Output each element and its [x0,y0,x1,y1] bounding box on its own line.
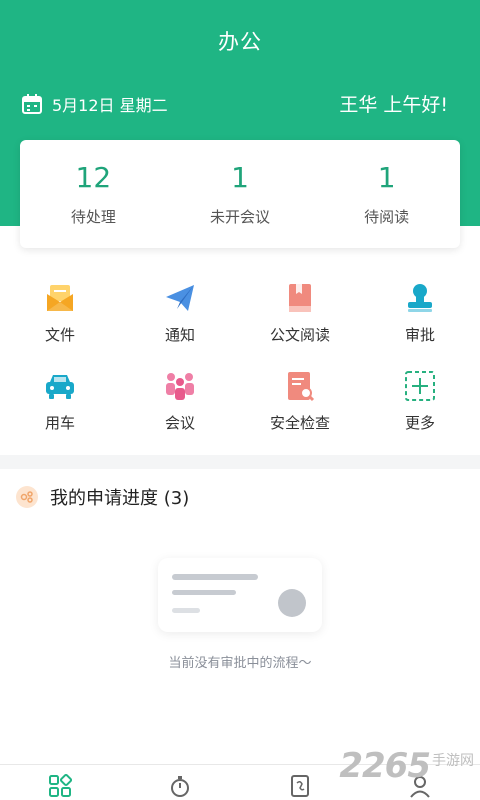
stat-to-read[interactable]: 1 待阅读 [313,140,460,248]
menu-item-more[interactable]: 更多 [360,368,480,456]
menu-item-document-reading[interactable]: 公文阅读 [240,280,360,368]
greeting-text: 王华 上午好! [339,94,448,116]
stopwatch-icon [171,775,189,797]
menu-label: 公文阅读 [269,326,330,344]
meeting-people-icon [166,373,194,400]
book-icon [289,284,311,312]
applications-header[interactable]: 我的申请进度 (3) [16,484,189,510]
menu-label: 通知 [164,326,195,344]
empty-state-illustration [158,558,322,632]
progress-icon [16,486,38,508]
section-divider [0,455,480,469]
tab-workbench[interactable] [0,765,120,800]
menu-label: 安全检查 [269,414,330,432]
paper-plane-icon [166,285,194,311]
menu-label: 文件 [44,326,75,344]
menu-item-car[interactable]: 用车 [0,368,120,456]
date-display: 5月12日 星期二 [22,92,168,116]
calendar-icon [22,94,42,114]
menu-item-file[interactable]: 文件 [0,280,120,368]
stats-card: 12 待处理 1 未开会议 1 待阅读 [20,140,460,248]
applications-title: 我的申请进度 (3) [50,488,190,509]
stat-label: 待阅读 [364,208,410,226]
inspection-doc-icon [288,372,315,402]
stat-count: 1 [377,161,396,194]
function-grid: 文件 通知 公文阅读 审批 用车 会议 安全检查 更多 [0,280,480,456]
stamp-icon [408,284,432,312]
menu-label: 审批 [404,326,435,344]
more-plus-icon [405,371,435,401]
menu-label: 会议 [164,414,195,432]
menu-item-meeting[interactable]: 会议 [120,368,240,456]
menu-item-notice[interactable]: 通知 [120,280,240,368]
stat-count: 1 [231,161,249,194]
menu-label: 用车 [44,414,75,432]
file-envelope-icon [47,285,73,311]
workbench-icon [49,773,72,797]
site-watermark: 2265 手游网 [339,746,474,786]
stat-label: 待处理 [70,208,116,226]
date-text: 5月12日 星期二 [52,96,168,115]
watermark-text: 手游网 [432,753,474,769]
tab-timer[interactable] [120,765,240,800]
stat-label: 未开会议 [210,208,271,226]
stat-meetings[interactable]: 1 未开会议 [167,140,314,248]
stat-count: 12 [75,161,112,194]
stat-pending[interactable]: 12 待处理 [20,140,167,248]
menu-item-safety-inspection[interactable]: 安全检查 [240,368,360,456]
menu-item-approval[interactable]: 审批 [360,280,480,368]
contacts-book-icon [291,774,309,797]
watermark-number: 2265 [339,746,431,786]
menu-label: 更多 [404,414,435,432]
page-title: 办公 [218,30,262,54]
empty-state-text: 当前没有审批中的流程～ [168,656,312,671]
car-icon [46,375,74,399]
